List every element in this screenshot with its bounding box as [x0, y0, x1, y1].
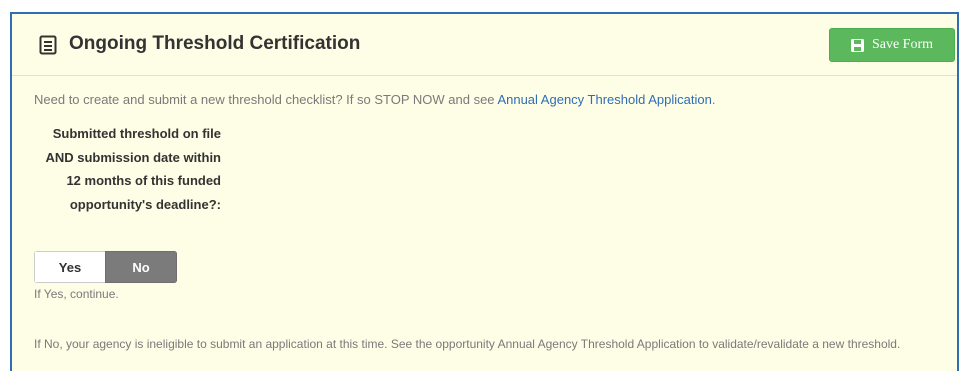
yes-hint-text: If Yes, continue.	[34, 287, 119, 301]
annual-threshold-application-link[interactable]: Annual Agency Threshold Application	[497, 92, 711, 107]
yes-no-toggle: Yes No	[34, 251, 177, 283]
threshold-certification-panel: Ongoing Threshold Certification Save For…	[10, 12, 959, 371]
save-form-label: Save Form	[871, 37, 934, 52]
document-list-icon	[39, 35, 57, 55]
threshold-question-label: Submitted threshold on file AND submissi…	[45, 126, 221, 212]
floppy-disk-icon	[850, 38, 864, 52]
intro-message: Need to create and submit a new threshol…	[34, 92, 498, 107]
save-form-button[interactable]: Save Form	[829, 28, 955, 62]
no-hint-text: If No, your agency is ineligible to subm…	[34, 337, 901, 351]
intro-text: Need to create and submit a new threshol…	[34, 92, 715, 107]
panel-header: Ongoing Threshold Certification Save For…	[12, 14, 957, 76]
yes-option-button[interactable]: Yes	[34, 251, 105, 283]
no-option-button[interactable]: No	[105, 251, 177, 283]
intro-suffix: .	[711, 92, 716, 107]
panel-title: Ongoing Threshold Certification	[69, 33, 361, 54]
